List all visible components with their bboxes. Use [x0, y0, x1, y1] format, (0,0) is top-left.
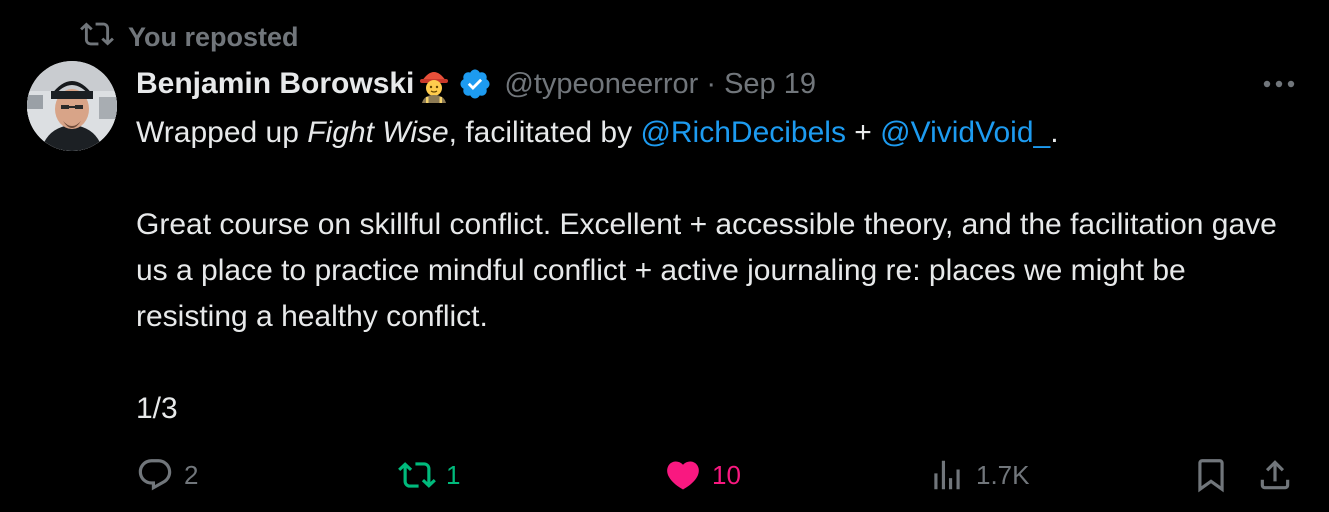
thread-marker: 1/3	[136, 392, 178, 425]
bookmark-button[interactable]	[1192, 452, 1230, 498]
share-icon	[1260, 460, 1290, 490]
tweet-text: Wrapped up Fight Wise, facilitated by @R…	[136, 110, 1286, 432]
repost-icon	[398, 462, 436, 488]
tweet-line-1: Wrapped up Fight Wise, facilitated by @R…	[136, 110, 1286, 156]
author-handle[interactable]: @typeoneerror	[504, 68, 698, 100]
repost-banner-label: You reposted	[128, 22, 299, 52]
tweet-header: Benjamin Borowski @typeoneerror · Sep 19	[136, 62, 816, 106]
share-button[interactable]	[1256, 452, 1294, 498]
analytics-icon	[934, 460, 960, 490]
like-count: 10	[712, 459, 741, 490]
reply-icon	[138, 459, 172, 491]
mention-link[interactable]: @RichDecibels	[640, 116, 846, 149]
repost-button[interactable]: 1	[398, 452, 460, 498]
like-button[interactable]: 10	[664, 452, 741, 498]
verified-badge-icon[interactable]	[458, 67, 492, 101]
tweet-text-segment: +	[845, 116, 881, 149]
heart-icon	[667, 461, 699, 490]
tweet-paragraph-2: Great course on skillful conflict. Excel…	[136, 208, 1277, 333]
more-dots-icon	[1263, 80, 1295, 88]
repost-icon	[80, 17, 114, 58]
meta-separator: ·	[706, 67, 717, 100]
avatar[interactable]	[27, 61, 117, 151]
tweet-text-segment: Wrapped up	[136, 116, 308, 149]
repost-count: 1	[446, 459, 461, 490]
reply-button[interactable]: 2	[136, 452, 198, 498]
mention-link[interactable]: @VividVoid_	[880, 116, 1050, 149]
more-options-button[interactable]	[1259, 70, 1299, 98]
views-button[interactable]: 1.7K	[928, 452, 1030, 498]
tweet-text-segment: .	[1050, 116, 1059, 149]
tweet-text-segment: , facilitated by	[448, 116, 641, 149]
author-name[interactable]: Benjamin Borowski	[136, 67, 414, 101]
action-bar: 2 1 10 1.7K	[136, 452, 1306, 498]
repost-banner: You reposted	[80, 17, 299, 58]
bookmark-icon	[1198, 459, 1224, 493]
view-count: 1.7K	[976, 459, 1030, 490]
course-title: Fight Wise	[307, 116, 449, 149]
author-handle-and-date: @typeoneerror · Sep 19	[504, 68, 816, 101]
post-date[interactable]: Sep 19	[724, 68, 816, 100]
construction-worker-emoji-icon	[416, 65, 452, 103]
reply-count: 2	[184, 459, 199, 490]
